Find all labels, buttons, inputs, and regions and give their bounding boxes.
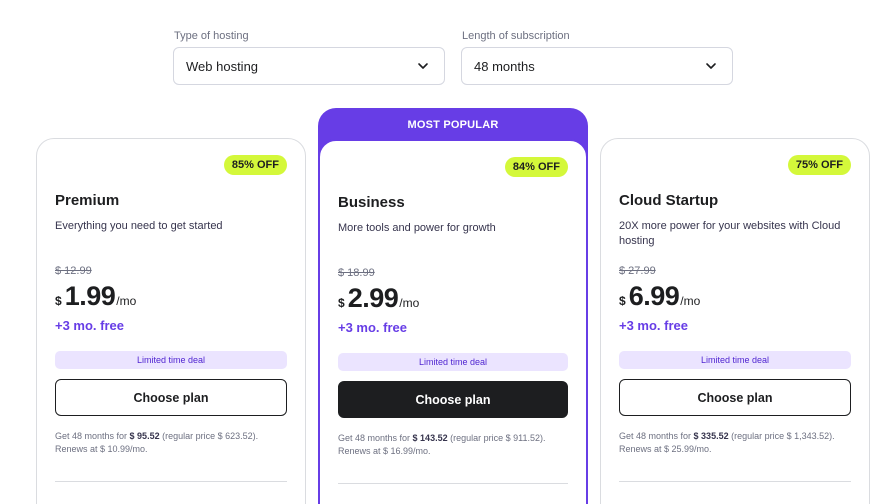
fine-prefix: Get 48 months for bbox=[338, 433, 413, 443]
plan-description: More tools and power for growth bbox=[338, 222, 496, 234]
subscription-length-filter: Length of subscription 48 months bbox=[461, 30, 733, 85]
plan-fine-print: Get 48 months for $ 335.52 (regular pric… bbox=[619, 430, 851, 456]
plan-card-cloud-startup: 75% OFF Cloud Startup 20X more power for… bbox=[600, 138, 870, 504]
free-months: +3 mo. free bbox=[338, 320, 408, 335]
fine-total: $ 335.52 bbox=[693, 431, 729, 441]
price-amount: 6.99 bbox=[628, 281, 680, 311]
plan-card-premium: 85% OFF Premium Everything you need to g… bbox=[36, 138, 306, 504]
divider bbox=[338, 483, 568, 484]
price-currency: $ bbox=[55, 294, 62, 308]
discount-badge: 84% OFF bbox=[504, 157, 568, 177]
hosting-type-label: Type of hosting bbox=[174, 30, 249, 42]
plan-description: 20X more power for your websites with Cl… bbox=[619, 220, 841, 247]
plan-fine-print: Get 48 months for $ 143.52 (regular pric… bbox=[338, 432, 568, 458]
price-period: /mo bbox=[680, 294, 701, 308]
subscription-length-select[interactable]: 48 months bbox=[461, 47, 733, 85]
price-amount: 2.99 bbox=[347, 283, 399, 313]
hosting-type-filter: Type of hosting Web hosting bbox=[173, 30, 445, 85]
chevron-down-icon bbox=[704, 59, 718, 73]
hosting-type-select[interactable]: Web hosting bbox=[173, 47, 445, 85]
price-amount: 1.99 bbox=[64, 281, 116, 311]
old-price: $ 18.99 bbox=[338, 267, 375, 279]
choose-plan-button[interactable]: Choose plan bbox=[55, 379, 287, 416]
price-currency: $ bbox=[619, 294, 626, 308]
price: $ 2.99 /mo bbox=[338, 283, 568, 314]
divider bbox=[619, 481, 851, 482]
chevron-down-icon bbox=[416, 59, 430, 73]
price-period: /mo bbox=[116, 294, 137, 308]
most-popular-label: MOST POPULAR bbox=[407, 118, 499, 131]
divider bbox=[55, 481, 287, 482]
limited-deal-banner: Limited time deal bbox=[619, 351, 851, 369]
fine-prefix: Get 48 months for bbox=[55, 431, 130, 441]
choose-plan-button[interactable]: Choose plan bbox=[619, 379, 851, 416]
discount-badge: 85% OFF bbox=[223, 155, 287, 175]
hosting-type-value: Web hosting bbox=[186, 58, 259, 74]
plan-name: Cloud Startup bbox=[619, 192, 719, 209]
fine-total: $ 143.52 bbox=[412, 433, 448, 443]
price-period: /mo bbox=[399, 296, 420, 310]
fine-total: $ 95.52 bbox=[129, 431, 160, 441]
subscription-length-label: Length of subscription bbox=[462, 30, 570, 42]
old-price: $ 12.99 bbox=[55, 265, 92, 277]
discount-badge: 75% OFF bbox=[787, 155, 851, 175]
price: $ 6.99 /mo bbox=[619, 281, 851, 312]
plan-name: Business bbox=[338, 194, 405, 211]
price: $ 1.99 /mo bbox=[55, 281, 287, 312]
plan-fine-print: Get 48 months for $ 95.52 (regular price… bbox=[55, 430, 287, 456]
price-currency: $ bbox=[338, 296, 345, 310]
plan-card-business: 84% OFF Business More tools and power fo… bbox=[318, 139, 588, 504]
limited-deal-banner: Limited time deal bbox=[55, 351, 287, 369]
limited-deal-banner: Limited time deal bbox=[338, 353, 568, 371]
old-price: $ 27.99 bbox=[619, 265, 656, 277]
free-months: +3 mo. free bbox=[619, 318, 689, 333]
choose-plan-button[interactable]: Choose plan bbox=[338, 381, 568, 418]
plan-description: Everything you need to get started bbox=[55, 220, 223, 232]
plan-name: Premium bbox=[55, 192, 120, 209]
free-months: +3 mo. free bbox=[55, 318, 125, 333]
subscription-length-value: 48 months bbox=[474, 58, 535, 74]
fine-prefix: Get 48 months for bbox=[619, 431, 694, 441]
